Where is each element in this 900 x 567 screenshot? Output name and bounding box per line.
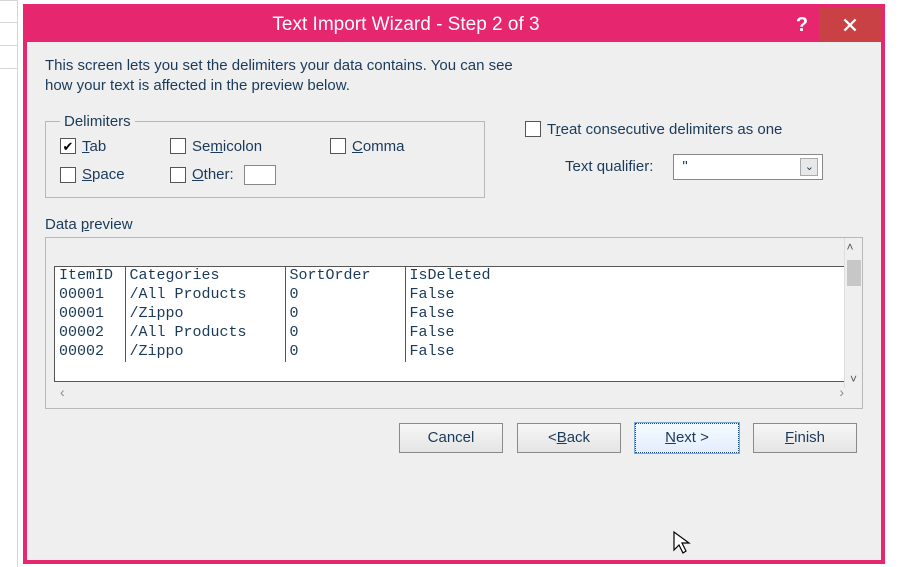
checkbox-space[interactable]: Space <box>60 166 170 183</box>
preview-cell: /Zippo <box>125 343 285 362</box>
checkbox-icon <box>60 138 76 154</box>
instruction-text: This screen lets you set the delimiters … <box>45 56 863 97</box>
preview-header-cell: SortOrder <box>285 267 405 286</box>
delimiters-group: Delimiters Tab Semicolon Comma <box>45 113 485 198</box>
preview-cell: False <box>405 286 849 305</box>
preview-cell: 0 <box>285 324 405 343</box>
dialog-button-row: Cancel < Back Next > Finish <box>45 423 863 453</box>
text-qualifier-select[interactable]: " ⌄ <box>673 154 823 180</box>
checkbox-treat-consecutive[interactable]: Treat consecutive delimiters as one <box>525 121 863 138</box>
scroll-left-icon[interactable]: ‹ <box>60 384 65 400</box>
preview-cell: 0 <box>285 343 405 362</box>
delimiters-legend: Delimiters <box>60 113 135 130</box>
preview-cell: /All Products <box>125 286 285 305</box>
close-button[interactable] <box>819 8 881 42</box>
checkbox-icon <box>170 138 186 154</box>
table-row: 00001/Zippo0False <box>55 305 849 324</box>
scrollbar-thumb[interactable] <box>847 260 861 286</box>
text-qualifier-value: " <box>682 158 687 175</box>
preview-cell: 00001 <box>55 286 125 305</box>
checkbox-semicolon[interactable]: Semicolon <box>170 138 330 155</box>
data-preview-label: Data preview <box>45 216 863 233</box>
data-preview-box[interactable]: ItemIDCategoriesSortOrderIsDeleted00001/… <box>54 266 850 382</box>
checkbox-comma[interactable]: Comma <box>330 138 450 155</box>
preview-cell: 0 <box>285 305 405 324</box>
preview-cell: 00002 <box>55 324 125 343</box>
preview-cell: False <box>405 305 849 324</box>
checkbox-other[interactable]: Other: <box>170 165 330 185</box>
checkbox-icon <box>170 167 186 183</box>
data-preview-frame: ItemIDCategoriesSortOrderIsDeleted00001/… <box>45 237 863 409</box>
preview-cell: /All Products <box>125 324 285 343</box>
dialog-titlebar[interactable]: Text Import Wizard - Step 2 of 3 ? <box>27 8 881 42</box>
dialog-title: Text Import Wizard - Step 2 of 3 <box>27 14 785 36</box>
scroll-up-icon[interactable]: ˄ <box>847 238 861 256</box>
preview-header-cell: IsDeleted <box>405 267 849 286</box>
preview-cell: 00001 <box>55 305 125 324</box>
text-qualifier-label: Text qualifier: <box>565 158 653 175</box>
preview-cell: /Zippo <box>125 305 285 324</box>
finish-button[interactable]: Finish <box>753 423 857 453</box>
chevron-down-icon: ⌄ <box>800 158 818 176</box>
preview-cell: False <box>405 324 849 343</box>
text-import-wizard-dialog: Text Import Wizard - Step 2 of 3 ? This … <box>23 4 885 564</box>
preview-cell: 00002 <box>55 343 125 362</box>
horizontal-scrollbar[interactable]: ‹ › <box>54 382 850 400</box>
table-row: 00002/All Products0False <box>55 324 849 343</box>
checkbox-icon <box>60 167 76 183</box>
table-row: 00002/Zippo0False <box>55 343 849 362</box>
spreadsheet-grid <box>0 0 18 567</box>
vertical-scrollbar[interactable]: ˄ ˅ <box>844 238 862 388</box>
cancel-button[interactable]: Cancel <box>399 423 503 453</box>
preview-cell: False <box>405 343 849 362</box>
checkbox-icon <box>330 138 346 154</box>
preview-cell: 0 <box>285 286 405 305</box>
other-delimiter-input[interactable] <box>244 165 276 185</box>
help-button[interactable]: ? <box>785 14 819 37</box>
preview-header-cell: Categories <box>125 267 285 286</box>
preview-header-cell: ItemID <box>55 267 125 286</box>
close-icon <box>843 18 857 32</box>
checkbox-icon <box>525 121 541 137</box>
next-button[interactable]: Next > <box>635 423 739 453</box>
scroll-down-icon[interactable]: ˅ <box>850 370 857 388</box>
table-row: 00001/All Products0False <box>55 286 849 305</box>
back-button[interactable]: < Back <box>517 423 621 453</box>
checkbox-tab[interactable]: Tab <box>60 138 170 155</box>
